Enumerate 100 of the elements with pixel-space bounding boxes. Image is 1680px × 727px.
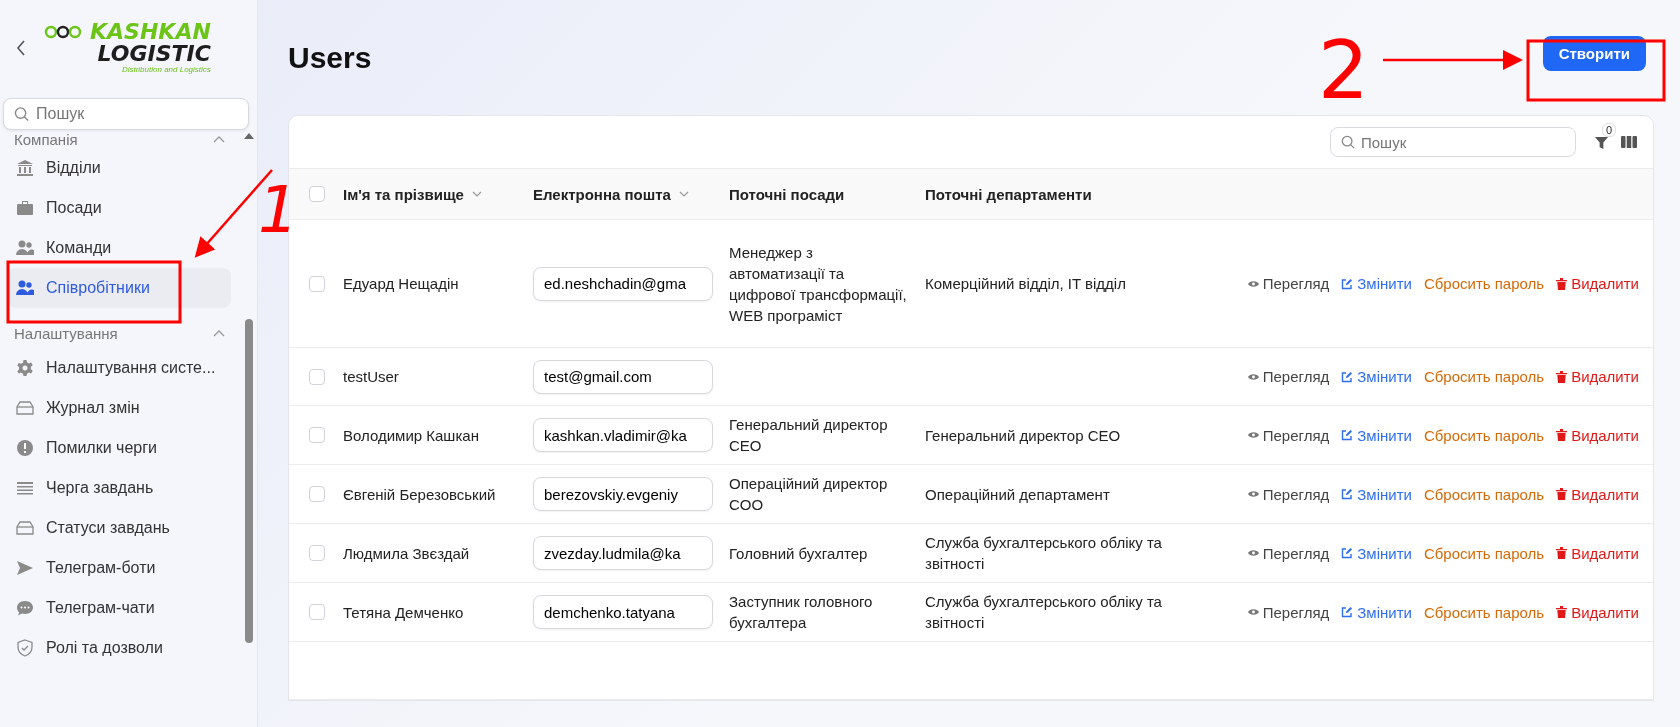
table-cell: Людмила Звєздай <box>343 544 470 562</box>
action-link[interactable]: Сбросить пароль <box>1423 603 1545 621</box>
sidebar-item[interactable]: Телеграм-боти <box>8 548 231 588</box>
table-cell: Євгеній Березовський <box>343 485 496 503</box>
trash-icon <box>1556 606 1568 618</box>
action-link[interactable]: Змінити <box>1341 485 1412 503</box>
filter-icon[interactable] <box>1594 134 1609 150</box>
eye-icon <box>1247 549 1259 557</box>
action-link[interactable]: Змінити <box>1341 368 1412 385</box>
table-cell: Володимир Кашкан <box>343 426 479 444</box>
chevron-up-icon[interactable] <box>213 329 225 337</box>
sidebar-item[interactable]: Команди <box>8 228 231 268</box>
annotation-number: 2 <box>1318 24 1369 117</box>
action-link[interactable]: Сбросить пароль <box>1423 485 1545 503</box>
trash-icon <box>1556 488 1568 500</box>
email-field[interactable]: test@gmail.com <box>533 359 713 394</box>
logo-text: LOGISTIC <box>97 43 211 66</box>
group-title: Налаштування <box>14 324 118 342</box>
chat-icon <box>16 599 34 617</box>
logo-text: KASHKAN <box>90 21 211 44</box>
gear-icon <box>16 359 34 377</box>
row-checkbox[interactable] <box>309 427 325 443</box>
email-field[interactable]: kashkan.vladimir@ka <box>533 418 713 452</box>
sidebar-item[interactable]: Журнал змін <box>8 388 231 428</box>
action-link[interactable]: Сбросить пароль <box>1423 426 1545 444</box>
action-link[interactable]: Перегляд <box>1247 275 1330 292</box>
team-icon <box>16 239 34 257</box>
action-link[interactable]: Перегляд <box>1247 368 1330 385</box>
action-link[interactable]: Видалити <box>1556 603 1639 621</box>
table-cell: Едуард Нещадін <box>343 275 459 292</box>
search-field[interactable]: Пошук <box>3 98 249 130</box>
action-link[interactable]: Видалити <box>1556 368 1639 385</box>
table-cell: Операційний директор COO <box>729 475 888 513</box>
sidebar-item[interactable]: Черга завдань <box>8 468 231 508</box>
sidebar-item[interactable]: Статуси завдань <box>8 508 231 548</box>
action-link[interactable]: Видалити <box>1556 544 1639 562</box>
row-checkbox[interactable] <box>309 368 325 385</box>
tray-icon <box>16 399 34 417</box>
column-header[interactable]: Поточні посади <box>729 185 845 203</box>
column-header[interactable]: Електронна пошта <box>533 185 671 203</box>
action-link[interactable]: Перегляд <box>1247 485 1330 503</box>
lines-icon <box>16 479 34 497</box>
action-link[interactable]: Видалити <box>1556 275 1639 292</box>
action-link[interactable]: Змінити <box>1341 426 1412 444</box>
action-link[interactable]: Перегляд <box>1247 603 1330 621</box>
sidebar-item[interactable]: Телеграм-чати <box>8 588 231 628</box>
logo-tagline: Distribution and Logistics <box>121 65 211 75</box>
sidebar-item[interactable]: Ролі та дозволи <box>8 628 231 668</box>
bank-icon <box>16 159 34 177</box>
column-header[interactable]: Поточні департаменти <box>925 185 1092 203</box>
action-link[interactable]: Видалити <box>1556 485 1639 503</box>
column-header[interactable]: Ім'я та прізвище <box>343 185 464 203</box>
email-field[interactable]: ed.neshchadin@gma <box>533 266 713 301</box>
action-link[interactable]: Перегляд <box>1247 426 1330 444</box>
scroll-up-icon[interactable] <box>244 132 254 139</box>
action-link[interactable]: Змінити <box>1341 544 1412 562</box>
trash-icon <box>1556 429 1568 441</box>
row-checkbox[interactable] <box>309 275 325 292</box>
columns-icon[interactable] <box>1621 135 1637 149</box>
users-icon <box>16 279 34 297</box>
sidebar-item[interactable]: Налаштування систе... <box>8 348 231 388</box>
table-cell: Головний бухгалтер <box>729 544 868 562</box>
sidebar-item[interactable]: Помилки черги <box>8 428 231 468</box>
chevron-up-icon[interactable] <box>213 135 225 143</box>
action-link[interactable]: Перегляд <box>1247 544 1330 562</box>
search-field[interactable]: Пошук <box>1330 127 1576 157</box>
action-link[interactable]: Сбросить пароль <box>1423 368 1545 385</box>
shield-icon <box>16 639 34 657</box>
sidebar-item[interactable]: Посади <box>8 188 231 228</box>
action-link[interactable]: Змінити <box>1341 275 1412 292</box>
action-link[interactable]: Сбросить пароль <box>1423 275 1545 292</box>
row-checkbox[interactable] <box>309 486 325 502</box>
table-cell: Служба бухгалтерського обліку та звітності <box>925 593 1162 631</box>
edit-icon <box>1341 429 1354 441</box>
edit-icon <box>1341 370 1354 383</box>
sort-chevron-icon[interactable] <box>471 191 482 197</box>
email-field[interactable]: zvezday.ludmila@ka <box>533 536 713 570</box>
table-cell: testUser <box>343 368 399 385</box>
table-cell: Тетяна Демченко <box>343 603 464 621</box>
sidebar-item[interactable]: Відділи <box>8 148 231 188</box>
table-cell: Генеральний директор CEO <box>925 426 1121 444</box>
sidebar-item[interactable]: Співробітники <box>8 268 231 308</box>
send-icon <box>16 559 34 577</box>
action-link[interactable]: Сбросить пароль <box>1423 544 1545 562</box>
email-field[interactable]: berezovskiy.evgeniy <box>533 477 713 511</box>
scrollbar-thumb[interactable] <box>245 319 253 643</box>
eye-icon <box>1247 279 1259 288</box>
chevron-left-icon[interactable] <box>16 40 26 56</box>
select-all-checkbox[interactable] <box>309 186 325 202</box>
sort-chevron-icon[interactable] <box>678 191 689 197</box>
row-checkbox[interactable] <box>309 545 325 561</box>
email-field[interactable]: demchenko.tatyana <box>533 595 713 629</box>
row-checkbox[interactable] <box>309 604 325 620</box>
table-cell: Менеджер з автоматизації та цифрової трансформації, WEB програміст <box>729 243 907 324</box>
table-cell: Операційний департамент <box>925 485 1110 503</box>
action-link[interactable]: Змінити <box>1341 603 1412 621</box>
action-link[interactable]: Видалити <box>1556 426 1639 444</box>
eye-icon <box>1247 490 1259 498</box>
eye-icon <box>1247 431 1259 439</box>
trash-icon <box>1556 370 1568 383</box>
